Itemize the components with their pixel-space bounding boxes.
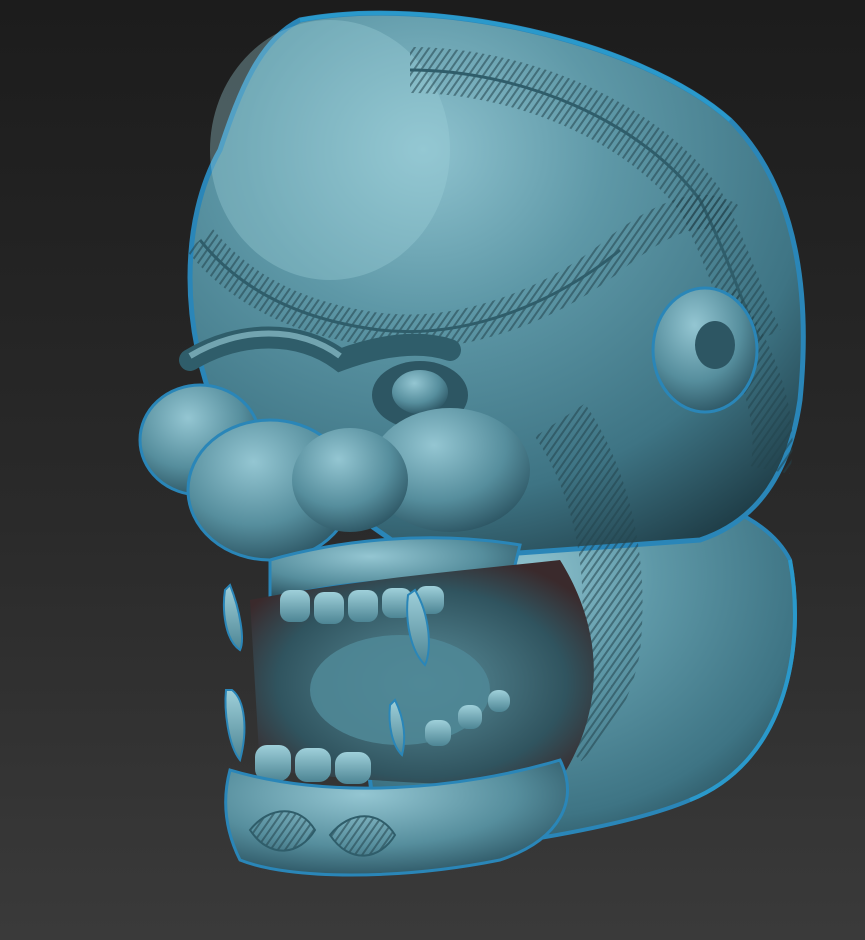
fang-lower-left bbox=[224, 689, 246, 763]
tooth bbox=[488, 690, 510, 712]
eye-ball bbox=[392, 370, 448, 414]
tooth bbox=[348, 590, 378, 622]
tooth bbox=[425, 720, 451, 746]
tooth bbox=[335, 752, 371, 784]
tooth bbox=[314, 592, 344, 624]
nose-right-nostril bbox=[292, 428, 408, 532]
tooth bbox=[295, 748, 331, 782]
tooth bbox=[255, 745, 291, 781]
sculpt-viewport[interactable] bbox=[0, 0, 865, 940]
fang-upper-left bbox=[222, 583, 243, 652]
tooth bbox=[458, 705, 482, 729]
demon-head-render bbox=[138, 10, 806, 877]
tooth bbox=[280, 590, 310, 622]
